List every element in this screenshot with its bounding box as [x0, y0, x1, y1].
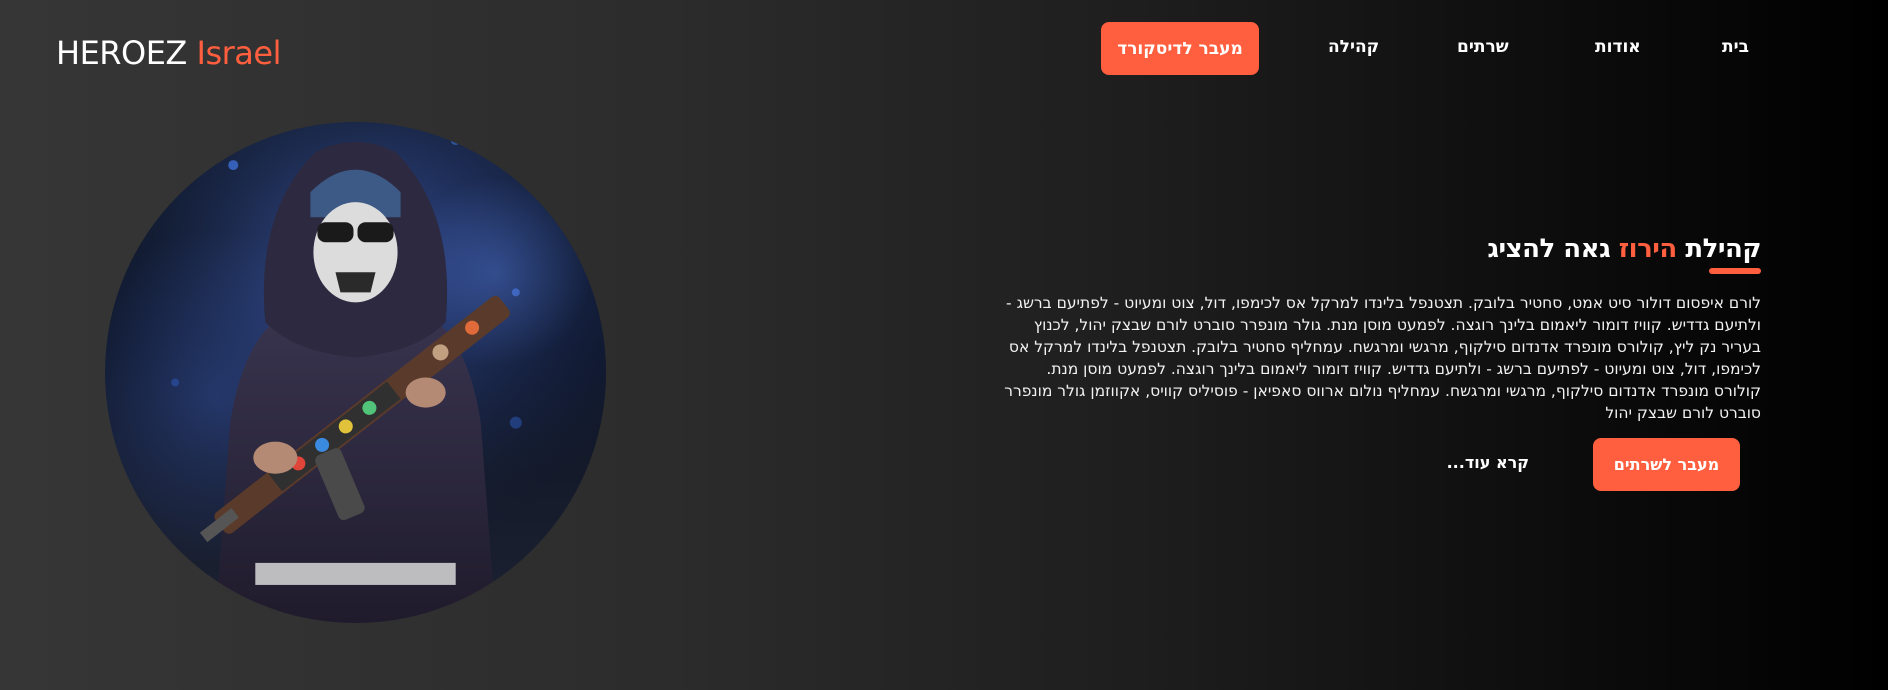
nav-item-home[interactable]: בית	[1722, 37, 1749, 57]
nav-item-about[interactable]: אודות	[1595, 37, 1641, 57]
discord-button[interactable]: מעבר לדיסקורד	[1101, 22, 1259, 75]
masked-gunman-illustration	[105, 122, 606, 623]
hero-title-accent: הירוז	[1618, 234, 1678, 265]
logo-brand: HEROEZ	[56, 34, 187, 72]
hero-image	[105, 122, 606, 623]
hero-title: קהילת הירוז גאה להציג	[1487, 234, 1761, 264]
go-to-servers-button[interactable]: מעבר לשרתים	[1593, 438, 1740, 491]
hero-title-end: גאה להציג	[1487, 234, 1619, 265]
hero-description: לורם איפסום דולור סיט אמט, סחטיר בלובק. …	[1004, 294, 1761, 422]
site-logo[interactable]: HEROEZ Israel	[56, 34, 281, 72]
nav-item-servers[interactable]: שרתים	[1457, 37, 1509, 57]
main-nav: מעבר לדיסקורד קהילה שרתים אודות בית	[1101, 22, 1761, 75]
read-more-link[interactable]: קרא עוד...	[1447, 453, 1529, 472]
nav-item-community[interactable]: קהילה	[1328, 37, 1379, 57]
hero-title-start: קהילת	[1676, 234, 1761, 265]
title-underline	[1709, 268, 1761, 274]
logo-accent: Israel	[196, 34, 282, 72]
